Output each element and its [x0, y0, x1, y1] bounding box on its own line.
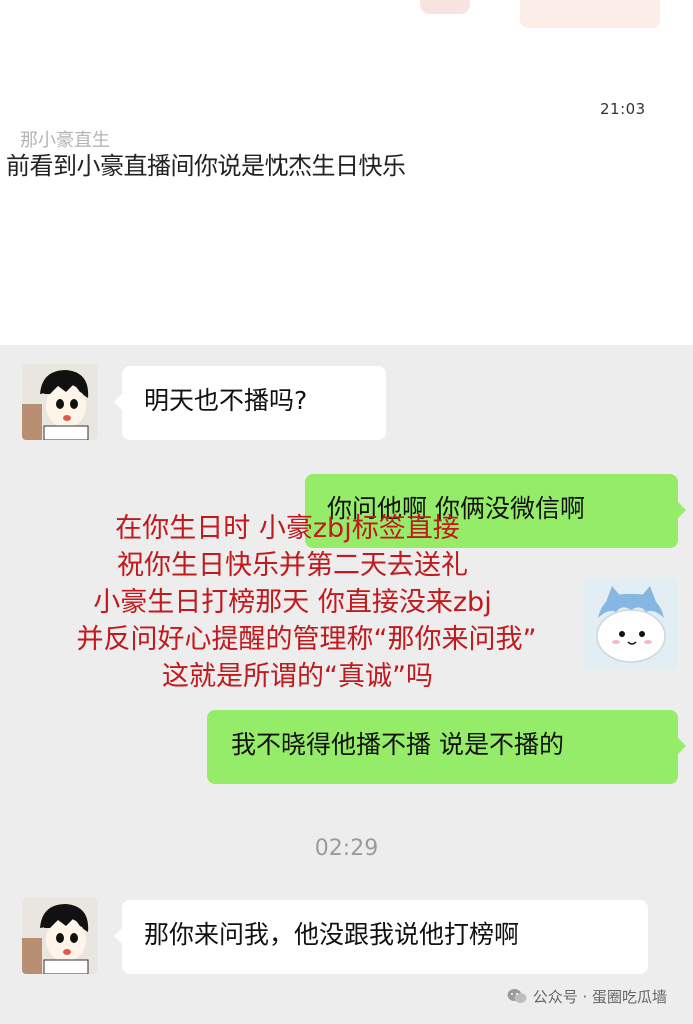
avatar[interactable] — [22, 364, 98, 440]
top-timestamp: 21:03 — [600, 100, 646, 118]
avatar-cartoon-boy-icon — [22, 364, 98, 440]
annotation-line: 并反问好心提醒的管理称“那你来问我” — [76, 624, 537, 655]
watermark-text: 公众号 · 蛋圈吃瓜墙 — [532, 988, 667, 1006]
watermark: 公众号 · 蛋圈吃瓜墙 — [507, 986, 667, 1008]
wechat-icon — [507, 988, 527, 1008]
red-annotation-overlay: 在你生日时 小豪zbj标签直接 祝你生日快乐并第二天去送礼 小豪生日打榜那天 你… — [0, 510, 693, 725]
annotation-line: 小豪生日打榜那天 你直接没来zbj — [93, 587, 492, 618]
top-message: 前看到小豪直播间你说是忱杰生日快乐 — [6, 152, 406, 180]
avatar[interactable] — [22, 898, 98, 974]
message-text: 我不晓得他播不播 说是不播的 — [231, 730, 564, 759]
message-text: 那你来问我，他没跟我说他打榜啊 — [144, 920, 520, 949]
message-text: 明天也不播吗? — [144, 386, 308, 415]
message-bubble-received[interactable]: 那你来问我，他没跟我说他打榜啊 — [114, 900, 648, 974]
annotation-line: 在你生日时 小豪zbj标签直接 — [115, 513, 460, 544]
avatar-cartoon-boy-icon — [22, 898, 98, 974]
top-decoration — [420, 0, 470, 14]
top-screenshot-panel: 21:03 那小豪直生 前看到小豪直播间你说是忱杰生日快乐 — [0, 0, 693, 345]
annotation-line: 这就是所谓的“真诚”吗 — [162, 661, 433, 692]
message-bubble-received[interactable]: 明天也不播吗? — [114, 366, 386, 440]
annotation-line: 祝你生日快乐并第二天去送礼 — [117, 550, 468, 581]
time-divider: 02:29 — [314, 836, 379, 861]
top-decoration — [520, 0, 660, 28]
